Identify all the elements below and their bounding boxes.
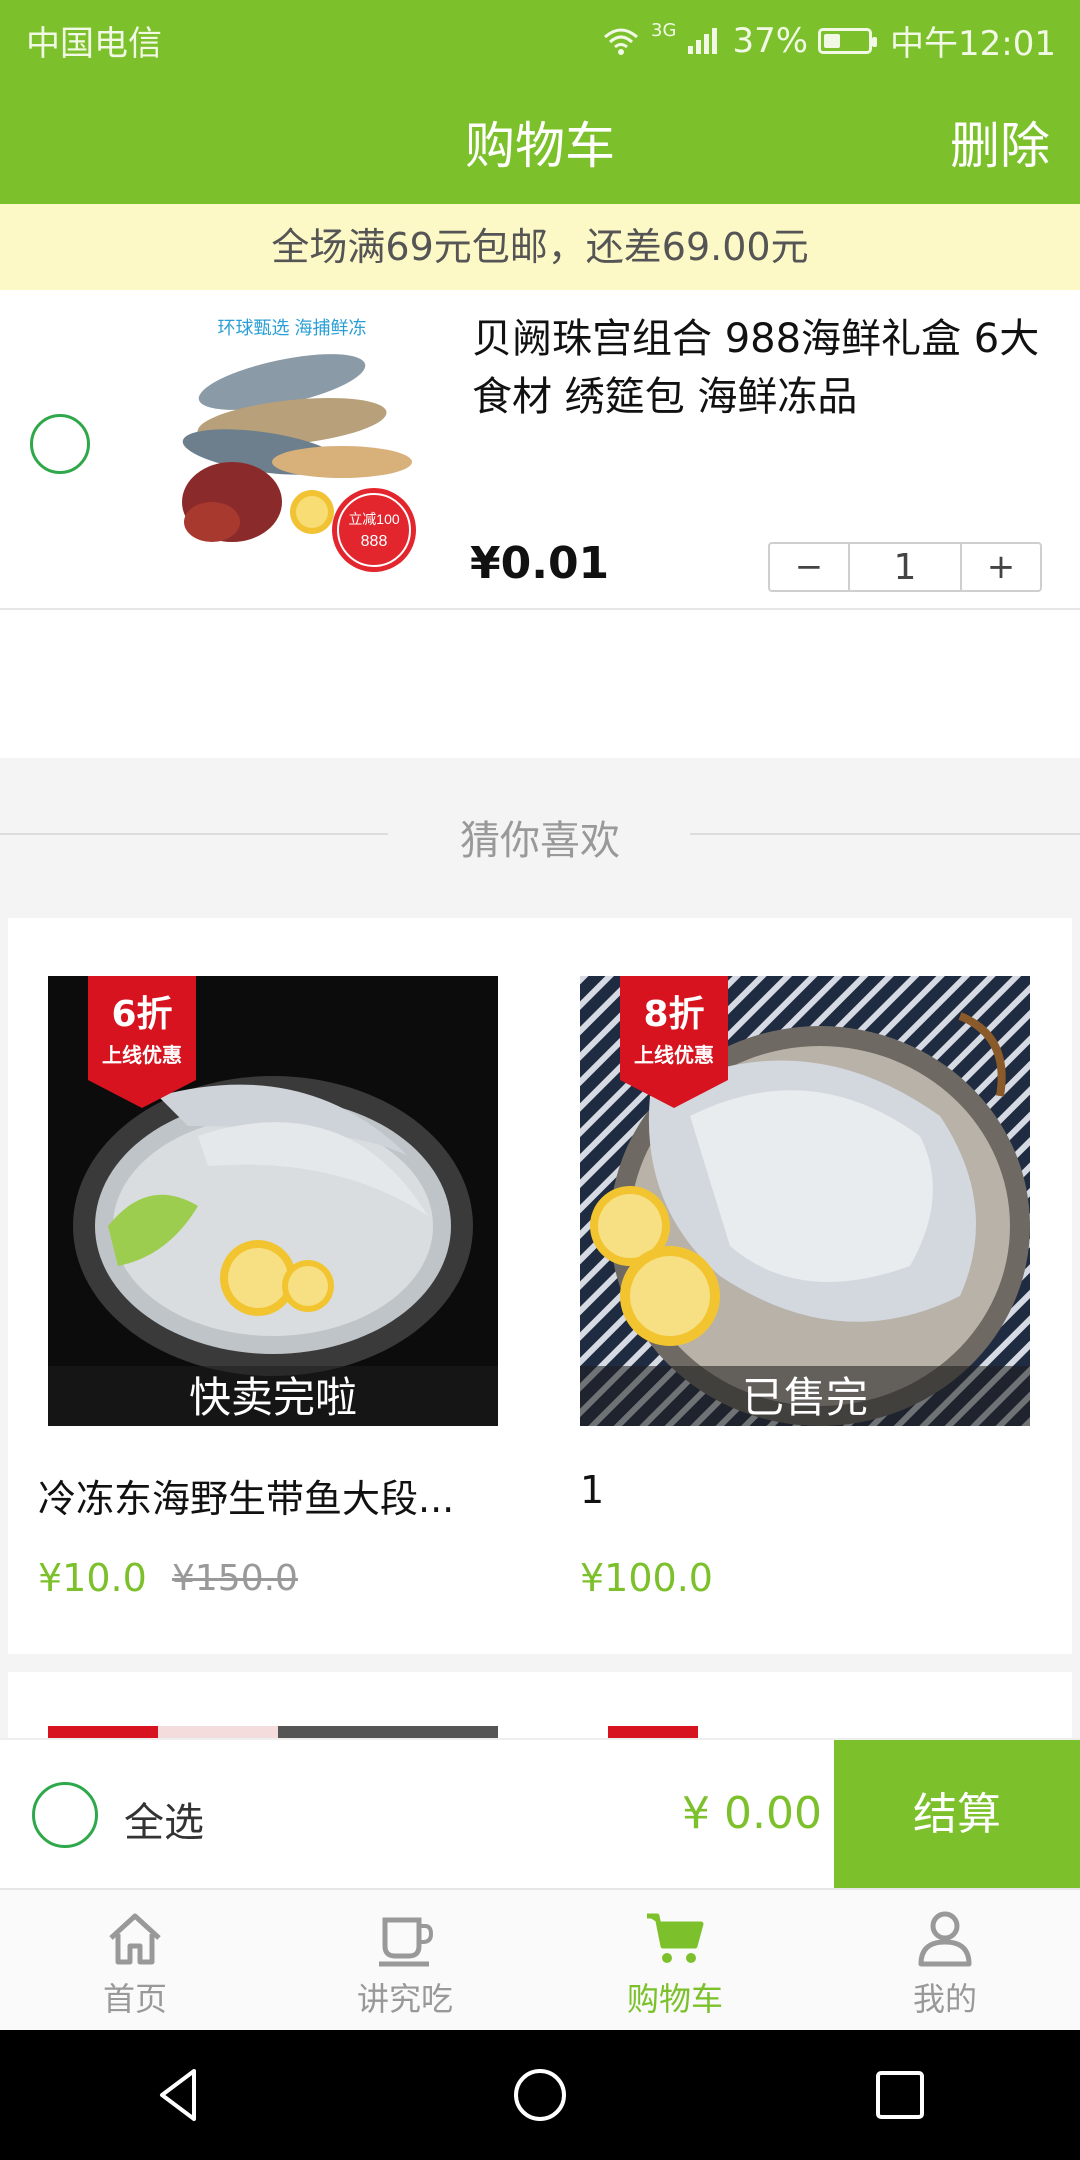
recents-icon[interactable] [868,2063,932,2127]
delete-button[interactable]: 删除 [950,106,1050,178]
quantity-value[interactable]: 1 [850,544,962,590]
battery-fill [824,33,841,48]
clock: 中午12:01 [890,24,1056,64]
product-image: 环球甄选 海捕鲜冻 立减100 888 [142,312,442,592]
tab-eat-label: 讲究吃 [356,1980,453,2018]
recommend-title: 猜你喜欢 [460,818,620,864]
recommend-item[interactable]: 6折 上线优惠 快卖完啦 冷冻东海野生带鱼大段... ¥10.0 ¥150.0 [38,976,508,1600]
badge-main-text: 8折 [643,994,704,1035]
recommend-item-name[interactable]: 1 [580,1468,1020,1512]
recommend-item-name[interactable]: 冷冻东海野生带鱼大段... [38,1468,498,1523]
item-select-radio[interactable] [30,414,90,474]
battery-icon [818,27,878,54]
cart-icon [647,1913,704,1963]
cup-icon [379,1917,434,1967]
badge-main-text: 6折 [111,994,172,1035]
tab-home[interactable]: 首页 [0,1890,270,2032]
tab-mine-label: 我的 [912,1980,977,2018]
stock-status: 快卖完啦 [48,1366,498,1426]
user-icon [918,1911,972,1967]
cart-spacer [0,610,1080,758]
quantity-plus-button[interactable]: + [962,544,1040,590]
tab-eat[interactable]: 讲究吃 [270,1890,540,2032]
status-bar: 中国电信 3G 37% 中午12:01 [0,0,1080,72]
product-image-badge-bottom: 888 [361,533,388,550]
checkout-button[interactable]: 结算 [834,1740,1080,1890]
recommend-item-image[interactable]: 8折 上线优惠 已售完 [580,976,1030,1426]
recommend-item-price: ¥100.0 [580,1556,713,1600]
recommend-item-image[interactable]: 6折 上线优惠 快卖完啦 [48,976,498,1426]
total-price: ¥ 0.00 [682,1788,822,1839]
select-all-label[interactable]: 全选 [124,1790,204,1848]
back-icon[interactable] [148,2063,212,2127]
network-type: 3G [651,20,677,41]
product-title[interactable]: 贝阙珠宫组合 988海鲜礼盒 6大食材 绣筵包 海鲜冻品 [472,310,1052,426]
stock-status: 已售完 [580,1366,1030,1426]
next-item-image-edge [48,1726,498,1738]
discount-badge-2: 8折 上线优惠 [620,976,728,1108]
system-nav-bar [0,2030,1080,2160]
tab-mine[interactable]: 我的 [810,1890,1080,2032]
wifi-icon [604,28,639,55]
checkout-bar: 全选 ¥ 0.00 结算 [0,1738,1080,1890]
app-header: 购物车 删除 [0,72,1080,204]
signal-icon [688,27,718,54]
next-item-image-edge [608,1726,698,1738]
home-icon [109,1913,161,1965]
battery-percent: 37% [732,20,809,61]
free-shipping-notice: 全场满69元包邮，还差69.00元 [0,204,1080,290]
recommend-item[interactable]: 8折 上线优惠 已售完 1 ¥100.0 [580,976,1040,1600]
badge-sub-text: 上线优惠 [634,1043,714,1067]
tab-home-label: 首页 [102,1980,167,2018]
discount-badge-1: 6折 上线优惠 [88,976,196,1108]
select-all-radio[interactable] [32,1782,98,1848]
tab-cart-label: 购物车 [626,1980,723,2018]
product-image-badge-top: 立减100 [348,511,400,527]
carrier-label: 中国电信 [26,24,162,64]
cart-item: 环球甄选 海捕鲜冻 立减100 888 贝阙珠宫组合 988海鲜礼盒 6大食材 … [0,290,1080,610]
page-title: 购物车 [465,117,615,175]
badge-sub-text: 上线优惠 [102,1043,182,1067]
status-right: 3G 37% 中午12:01 [601,16,1056,65]
recommend-divider-right [690,833,1080,835]
recommend-item-old-price: ¥150.0 [172,1558,298,1599]
quantity-stepper: − 1 + [768,542,1042,592]
product-image-caption: 环球甄选 海捕鲜冻 [217,318,366,338]
recommend-card: 6折 上线优惠 快卖完啦 冷冻东海野生带鱼大段... ¥10.0 ¥150.0 [8,918,1072,1654]
product-price: ¥0.01 [470,538,610,589]
home-circle-icon[interactable] [508,2063,572,2127]
quantity-minus-button[interactable]: − [770,544,850,590]
tab-bar: 首页 讲究吃 购物车 我的 [0,1888,1080,2032]
tab-cart[interactable]: 购物车 [540,1890,810,2032]
recommend-item-price: ¥10.0 [38,1556,147,1600]
